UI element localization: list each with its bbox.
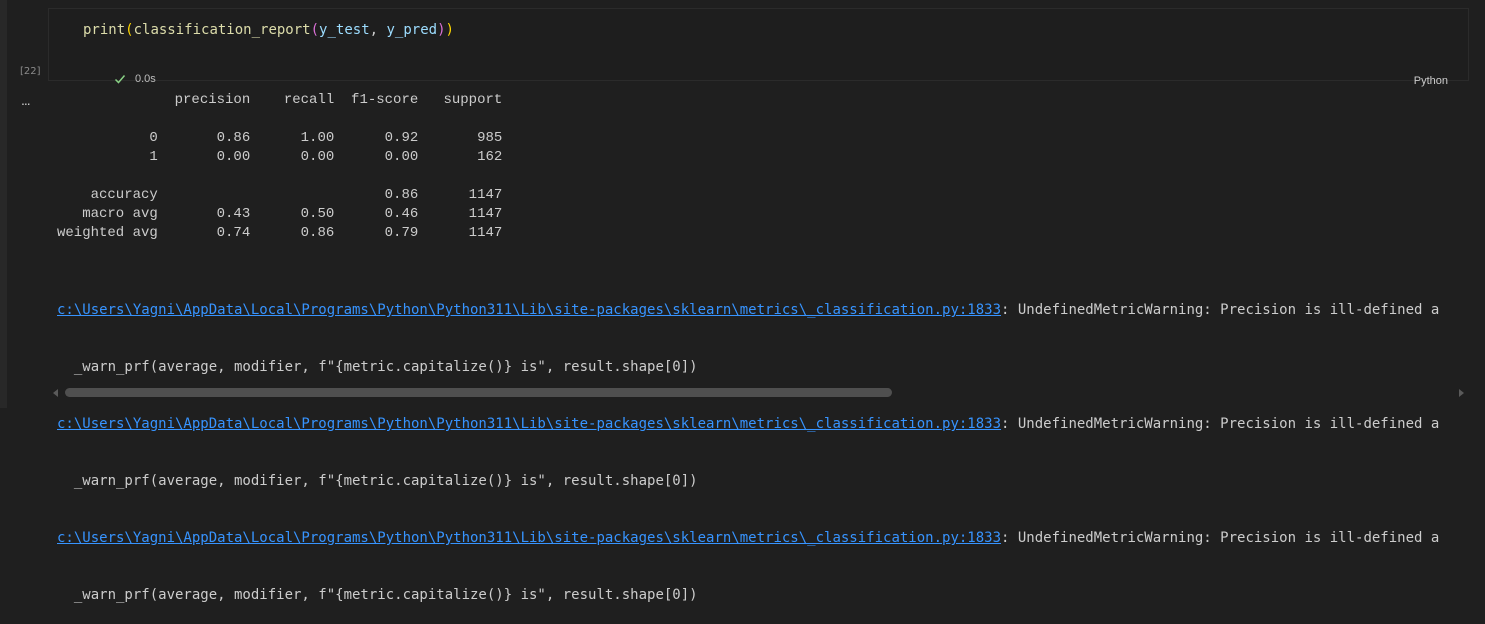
warning-message: : UndefinedMetricWarning: Precision is i…: [1001, 302, 1440, 318]
code-arg-y-pred: y_pred: [386, 22, 438, 38]
check-icon: [114, 75, 126, 84]
warning-message: : UndefinedMetricWarning: Precision is i…: [1001, 416, 1440, 432]
warning-code-line: _warn_prf(average, modifier, f"{metric.c…: [57, 473, 698, 489]
warning-block: c:\Users\Yagni\AppData\Local\Programs\Py…: [57, 415, 1439, 434]
warning-file-link[interactable]: c:\Users\Yagni\AppData\Local\Programs\Py…: [57, 530, 1001, 546]
code-comma: ,: [369, 22, 387, 38]
horizontal-scrollbar[interactable]: [48, 386, 1469, 400]
warning-block: c:\Users\Yagni\AppData\Local\Programs\Py…: [57, 301, 1439, 320]
code-paren: (: [310, 22, 320, 38]
warning-message: : UndefinedMetricWarning: Precision is i…: [1001, 530, 1440, 546]
code-arg-y-test: y_test: [319, 22, 370, 38]
output-more-icon[interactable]: ...: [21, 92, 31, 108]
scrollbar-thumb[interactable]: [65, 388, 892, 397]
scroll-left-arrow-icon[interactable]: [53, 389, 58, 397]
warnings-output: c:\Users\Yagni\AppData\Local\Programs\Py…: [57, 263, 1439, 624]
code-paren: (: [125, 22, 134, 38]
scroll-right-arrow-icon[interactable]: [1459, 389, 1464, 397]
warning-code-line: _warn_prf(average, modifier, f"{metric.c…: [57, 359, 698, 375]
code-paren: ): [445, 22, 454, 38]
code-paren: ): [437, 22, 446, 38]
warning-block: c:\Users\Yagni\AppData\Local\Programs\Py…: [57, 529, 1439, 548]
cell-focus-gutter: [0, 0, 7, 408]
execution-count: [22]: [20, 66, 41, 77]
execution-status: 0.0s: [114, 73, 156, 85]
warning-file-link[interactable]: c:\Users\Yagni\AppData\Local\Programs\Py…: [57, 302, 1001, 318]
execution-duration: 0.0s: [135, 73, 156, 85]
cell-language-picker[interactable]: Python: [1414, 75, 1448, 87]
warning-code-line: _warn_prf(average, modifier, f"{metric.c…: [57, 587, 698, 603]
code-line[interactable]: print(classification_report(y_test, y_pr…: [83, 20, 454, 40]
code-fn-classification-report: classification_report: [133, 22, 311, 38]
classification-report-output: precision recall f1-score support 0 0.86…: [57, 92, 503, 241]
warning-file-link[interactable]: c:\Users\Yagni\AppData\Local\Programs\Py…: [57, 416, 1001, 432]
code-fn-print: print: [83, 22, 126, 38]
code-cell[interactable]: print(classification_report(y_test, y_pr…: [48, 8, 1469, 87]
